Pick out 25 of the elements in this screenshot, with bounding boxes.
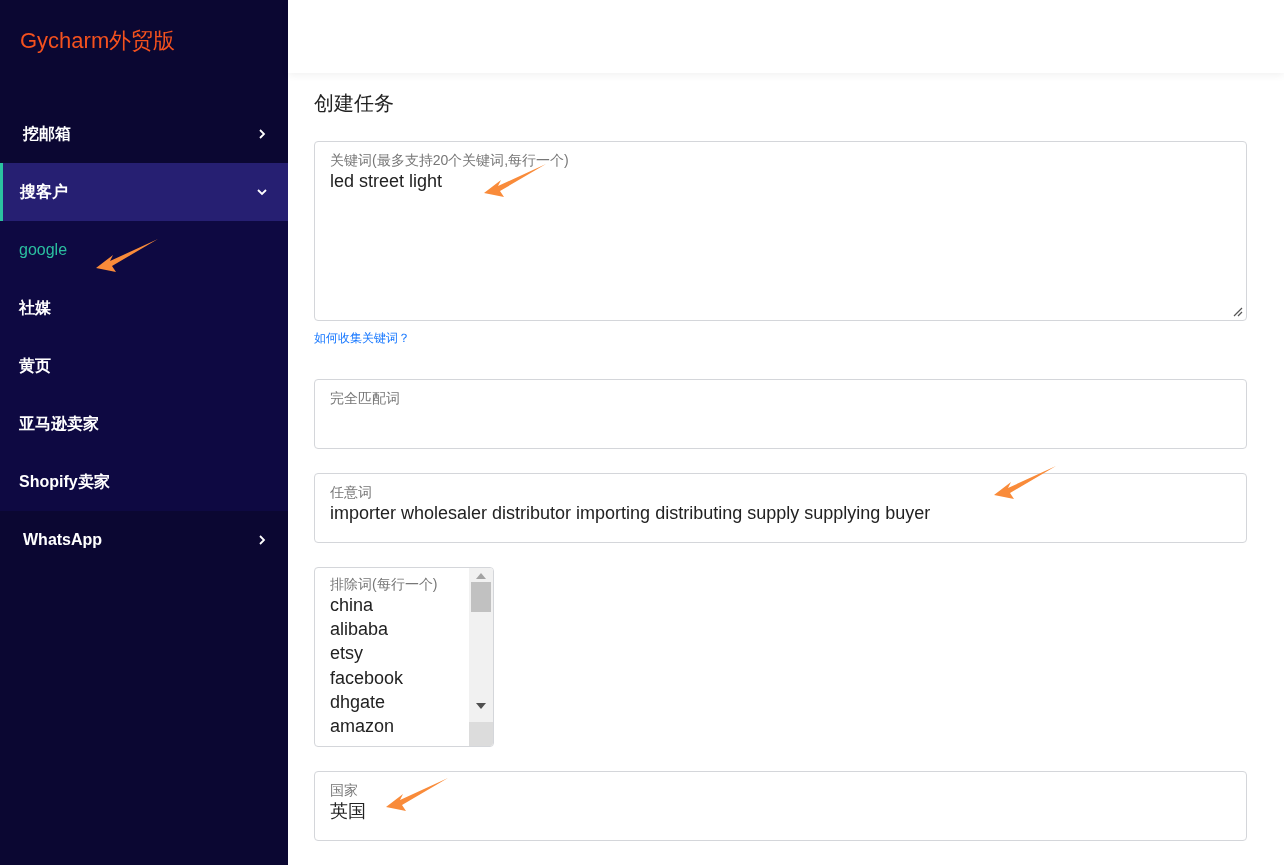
help-link[interactable]: 如何收集关键词？ [314,329,410,347]
submenu-item[interactable]: 社媒 [0,279,70,337]
scroll-down-icon[interactable] [476,702,486,710]
exclusion-list-field[interactable]: 排除词(每行一个) china alibaba etsy facebook dhgate amazon [314,567,494,747]
scrollbar[interactable] [469,568,493,746]
text-field[interactable]: 任意词 importer wholesaler distributor importing distributing supply supplying buyer [314,473,1247,543]
resize-grip[interactable] [469,722,493,746]
chevron-icon [256,534,268,546]
keywords-field[interactable]: 关键词(最多支持20个关键词,每行一个) led street light [314,141,1247,321]
submenu-item[interactable]: Shopify卖家 [0,453,129,511]
submenu-item[interactable]: 亚马逊卖家 [0,395,118,453]
sidebar-item[interactable]: 挖邮箱 [0,105,288,163]
chevron-icon [256,186,268,198]
resize-grip-icon[interactable] [1233,307,1243,317]
app-logo: Gycharm外贸版 [19,27,177,55]
scroll-thumb[interactable] [471,582,491,612]
sidebar-item[interactable]: 搜客户 [0,163,288,221]
text-field[interactable]: 完全匹配词 [314,379,1247,449]
submenu-item[interactable]: 黄页 [0,337,70,395]
text-field[interactable]: 国家 英国 [314,771,1247,841]
scroll-up-icon[interactable] [476,572,486,580]
page-title: 创建任务 [314,91,395,115]
chevron-icon [256,128,268,140]
submenu-item[interactable]: google [0,221,87,279]
sidebar-item[interactable]: WhatsApp [0,511,288,569]
